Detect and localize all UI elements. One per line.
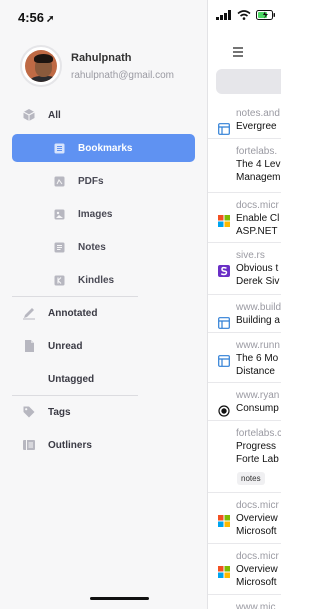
item-title: Enable Cl — [236, 213, 280, 224]
item-domain: www.ryan — [236, 390, 280, 401]
tag-icon — [22, 405, 36, 419]
sidebar-item-label: Tags — [48, 406, 71, 418]
list-item[interactable]: notes.and Evergree — [208, 101, 281, 139]
divider — [12, 296, 138, 297]
sidebar-item-tags[interactable]: Tags — [12, 398, 195, 426]
home-indicator — [90, 597, 149, 600]
sidebar-item-images[interactable]: Images — [12, 200, 195, 228]
sidebar-item-label: Annotated — [48, 307, 98, 319]
item-domain: notes.and — [236, 108, 280, 119]
bookmark-icon — [218, 316, 230, 329]
note-icon — [52, 240, 66, 254]
item-domain: sive.rs — [236, 250, 265, 261]
bookmark-icon — [218, 122, 230, 135]
bookmark-list-panel: notes.and Evergree fortelabs. The 4 Lev Mana… — [208, 0, 281, 609]
sidebar-item-label: Unread — [48, 340, 83, 352]
sidebar-item-label: Bookmarks — [78, 142, 133, 154]
list-item[interactable]: www.build Building a — [208, 295, 281, 333]
list-item[interactable]: docs.micr Overview Microsoft — [208, 493, 281, 544]
sidebar-item-annotated[interactable]: Annotated — [12, 299, 195, 327]
sidebar-item-outliners[interactable]: Outliners — [12, 431, 195, 459]
location-arrow-icon: ➚ — [46, 14, 55, 25]
item-title: Overview — [236, 513, 278, 524]
tag-badge[interactable]: notes — [237, 472, 265, 485]
sidebar-item-label: Notes — [78, 241, 106, 253]
item-domain: docs.micr — [236, 200, 279, 211]
item-title-line2: Forte Lab — [236, 454, 279, 465]
item-title: Consump — [236, 403, 279, 414]
status-icons — [216, 10, 276, 20]
sidebar-item-pdfs[interactable]: PDFs — [12, 167, 195, 195]
profile-email: rahulpnath@gmail.com — [71, 69, 174, 81]
sidebar-drawer: 4:56 ➚ Rahulpnath rahulpnath@gmail.com Al… — [0, 0, 208, 609]
item-title-line2: Microsoft — [236, 577, 277, 588]
pencil-icon — [22, 306, 36, 320]
list-item[interactable]: docs.micr Overview Microsoft — [208, 544, 281, 595]
item-domain: docs.micr — [236, 500, 279, 511]
item-title-line2: Microsoft — [236, 526, 277, 537]
item-title: Evergree — [236, 121, 277, 132]
battery-icon — [256, 10, 275, 20]
hamburger-menu-icon[interactable] — [232, 44, 244, 62]
item-domain: www.build — [236, 302, 281, 313]
cube-icon — [22, 108, 36, 122]
sidebar-item-label: Kindles — [78, 274, 115, 286]
item-title-line2: ASP.NET — [236, 226, 278, 237]
list-item[interactable]: sive.rs Obvious t Derek Siv — [208, 243, 281, 295]
sidebar-item-all[interactable]: All — [12, 101, 195, 129]
sidebar-item-kindles[interactable]: Kindles — [12, 266, 195, 294]
signal-icon — [216, 10, 231, 20]
microsoft-icon — [218, 214, 230, 227]
item-title-line2: Distance — [236, 366, 275, 377]
item-title-line2: Derek Siv — [236, 276, 280, 287]
bookmark-list-icon — [52, 141, 66, 155]
item-domain: www.mic — [236, 602, 276, 609]
microsoft-icon — [218, 565, 230, 578]
item-title: Overview — [236, 564, 278, 575]
sidebar-item-notes[interactable]: Notes — [12, 233, 195, 261]
list-item[interactable]: fortelabs. The 4 Lev Managem — [208, 139, 281, 193]
divider — [12, 395, 138, 396]
item-title: The 6 Mo — [236, 353, 279, 364]
record-icon — [218, 404, 230, 417]
item-domain: docs.micr — [236, 551, 279, 562]
profile[interactable]: Rahulpnath rahulpnath@gmail.com — [20, 45, 174, 87]
sidebar-item-bookmarks[interactable]: Bookmarks — [12, 134, 195, 162]
search-bar[interactable] — [216, 69, 281, 94]
outliner-icon — [22, 438, 36, 452]
sidebar-item-label: All — [48, 109, 61, 121]
list-item[interactable]: fortelabs.c Progress Forte Lab notes — [208, 421, 281, 493]
kindle-icon — [52, 273, 66, 287]
unread-icon — [22, 339, 36, 353]
item-title-line2: Managem — [236, 172, 281, 183]
sidebar-item-label: PDFs — [78, 175, 104, 187]
sidebar-item-untagged[interactable]: Untagged — [12, 365, 195, 393]
status-time: 4:56 ➚ — [18, 10, 55, 25]
list-item[interactable]: www.ryan Consump — [208, 383, 281, 421]
sidebar-item-label: Outliners — [48, 439, 92, 451]
item-domain: fortelabs.c — [236, 428, 281, 439]
pdf-icon — [52, 174, 66, 188]
item-title: Progress — [236, 441, 277, 452]
sidebar-item-unread[interactable]: Unread — [12, 332, 195, 360]
item-title: The 4 Lev — [236, 159, 281, 170]
sive-icon — [218, 264, 230, 277]
list-item[interactable]: docs.micr Enable Cl ASP.NET — [208, 193, 281, 243]
list-item[interactable]: www.runn The 6 Mo Distance — [208, 333, 281, 383]
sidebar-item-label: Untagged — [48, 373, 95, 385]
item-domain: fortelabs. — [236, 146, 278, 157]
avatar[interactable] — [20, 45, 62, 87]
sidebar-item-label: Images — [78, 208, 113, 220]
item-title: Obvious t — [236, 263, 279, 274]
item-title: Building a — [236, 315, 280, 326]
bookmark-icon — [218, 354, 230, 367]
item-domain: www.runn — [236, 340, 280, 351]
wifi-icon — [237, 10, 251, 20]
image-icon — [52, 207, 66, 221]
microsoft-icon — [218, 514, 230, 527]
profile-name: Rahulpnath — [71, 51, 132, 64]
list-item[interactable]: www.mic — [208, 595, 281, 609]
